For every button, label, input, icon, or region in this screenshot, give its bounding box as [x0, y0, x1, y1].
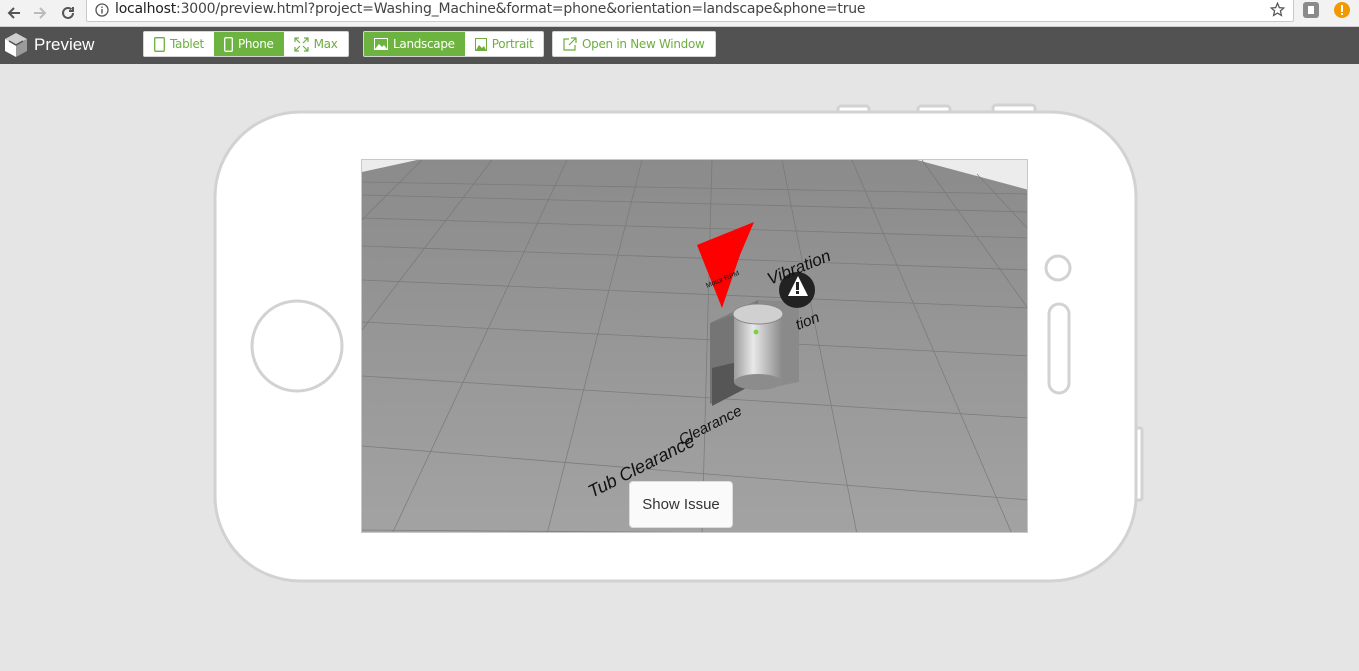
open-new-window-button[interactable]: Open in New Window — [553, 32, 715, 56]
show-issue-button[interactable]: Show Issue — [629, 481, 733, 528]
extension-icon[interactable] — [1302, 1, 1320, 19]
max-button[interactable]: Max — [284, 32, 348, 56]
phone-screen: Vibration tion Motor RPM Tub Clearance C… — [361, 159, 1028, 533]
alert-extension-icon[interactable] — [1333, 1, 1351, 19]
back-arrow-icon — [7, 7, 20, 19]
reload-icon — [62, 6, 74, 19]
bookmark-star-icon[interactable] — [1270, 2, 1285, 17]
speaker-slot — [1047, 302, 1071, 395]
phone-icon — [223, 36, 233, 52]
external-link-icon — [563, 37, 577, 51]
forward-arrow-icon — [34, 7, 47, 19]
expand-icon — [294, 36, 309, 52]
format-button-group: Tablet Phone Max — [143, 31, 349, 57]
reload-button[interactable] — [58, 3, 78, 23]
tablet-icon — [154, 36, 165, 52]
back-button[interactable] — [4, 3, 24, 23]
portrait-image-icon — [474, 37, 487, 51]
3d-scene-viewport[interactable]: Vibration tion Motor RPM Tub Clearance C… — [362, 160, 1028, 533]
home-button — [250, 299, 344, 393]
preview-toolbar: Preview Tablet Phone Max Landscape Portr… — [0, 27, 1359, 64]
brand: Preview — [4, 31, 94, 59]
camera-dot — [1044, 254, 1072, 282]
landscape-button[interactable]: Landscape — [364, 32, 465, 56]
orientation-button-group: Landscape Portrait — [363, 31, 545, 57]
open-window-button-group: Open in New Window — [552, 31, 716, 57]
phone-button[interactable]: Phone — [213, 32, 284, 56]
forward-button[interactable] — [30, 3, 50, 23]
landscape-image-icon — [374, 38, 388, 50]
tablet-button[interactable]: Tablet — [144, 32, 214, 56]
vuforia-logo-icon — [5, 33, 27, 57]
info-icon — [95, 3, 109, 17]
portrait-button[interactable]: Portrait — [465, 32, 544, 56]
browser-address-bar: localhost:3000/preview.html?project=Wash… — [0, 0, 1359, 27]
url-field[interactable]: localhost:3000/preview.html?project=Wash… — [86, 0, 1294, 22]
brand-title: Preview — [34, 35, 95, 54]
url-text: localhost:3000/preview.html?project=Wash… — [115, 1, 866, 17]
